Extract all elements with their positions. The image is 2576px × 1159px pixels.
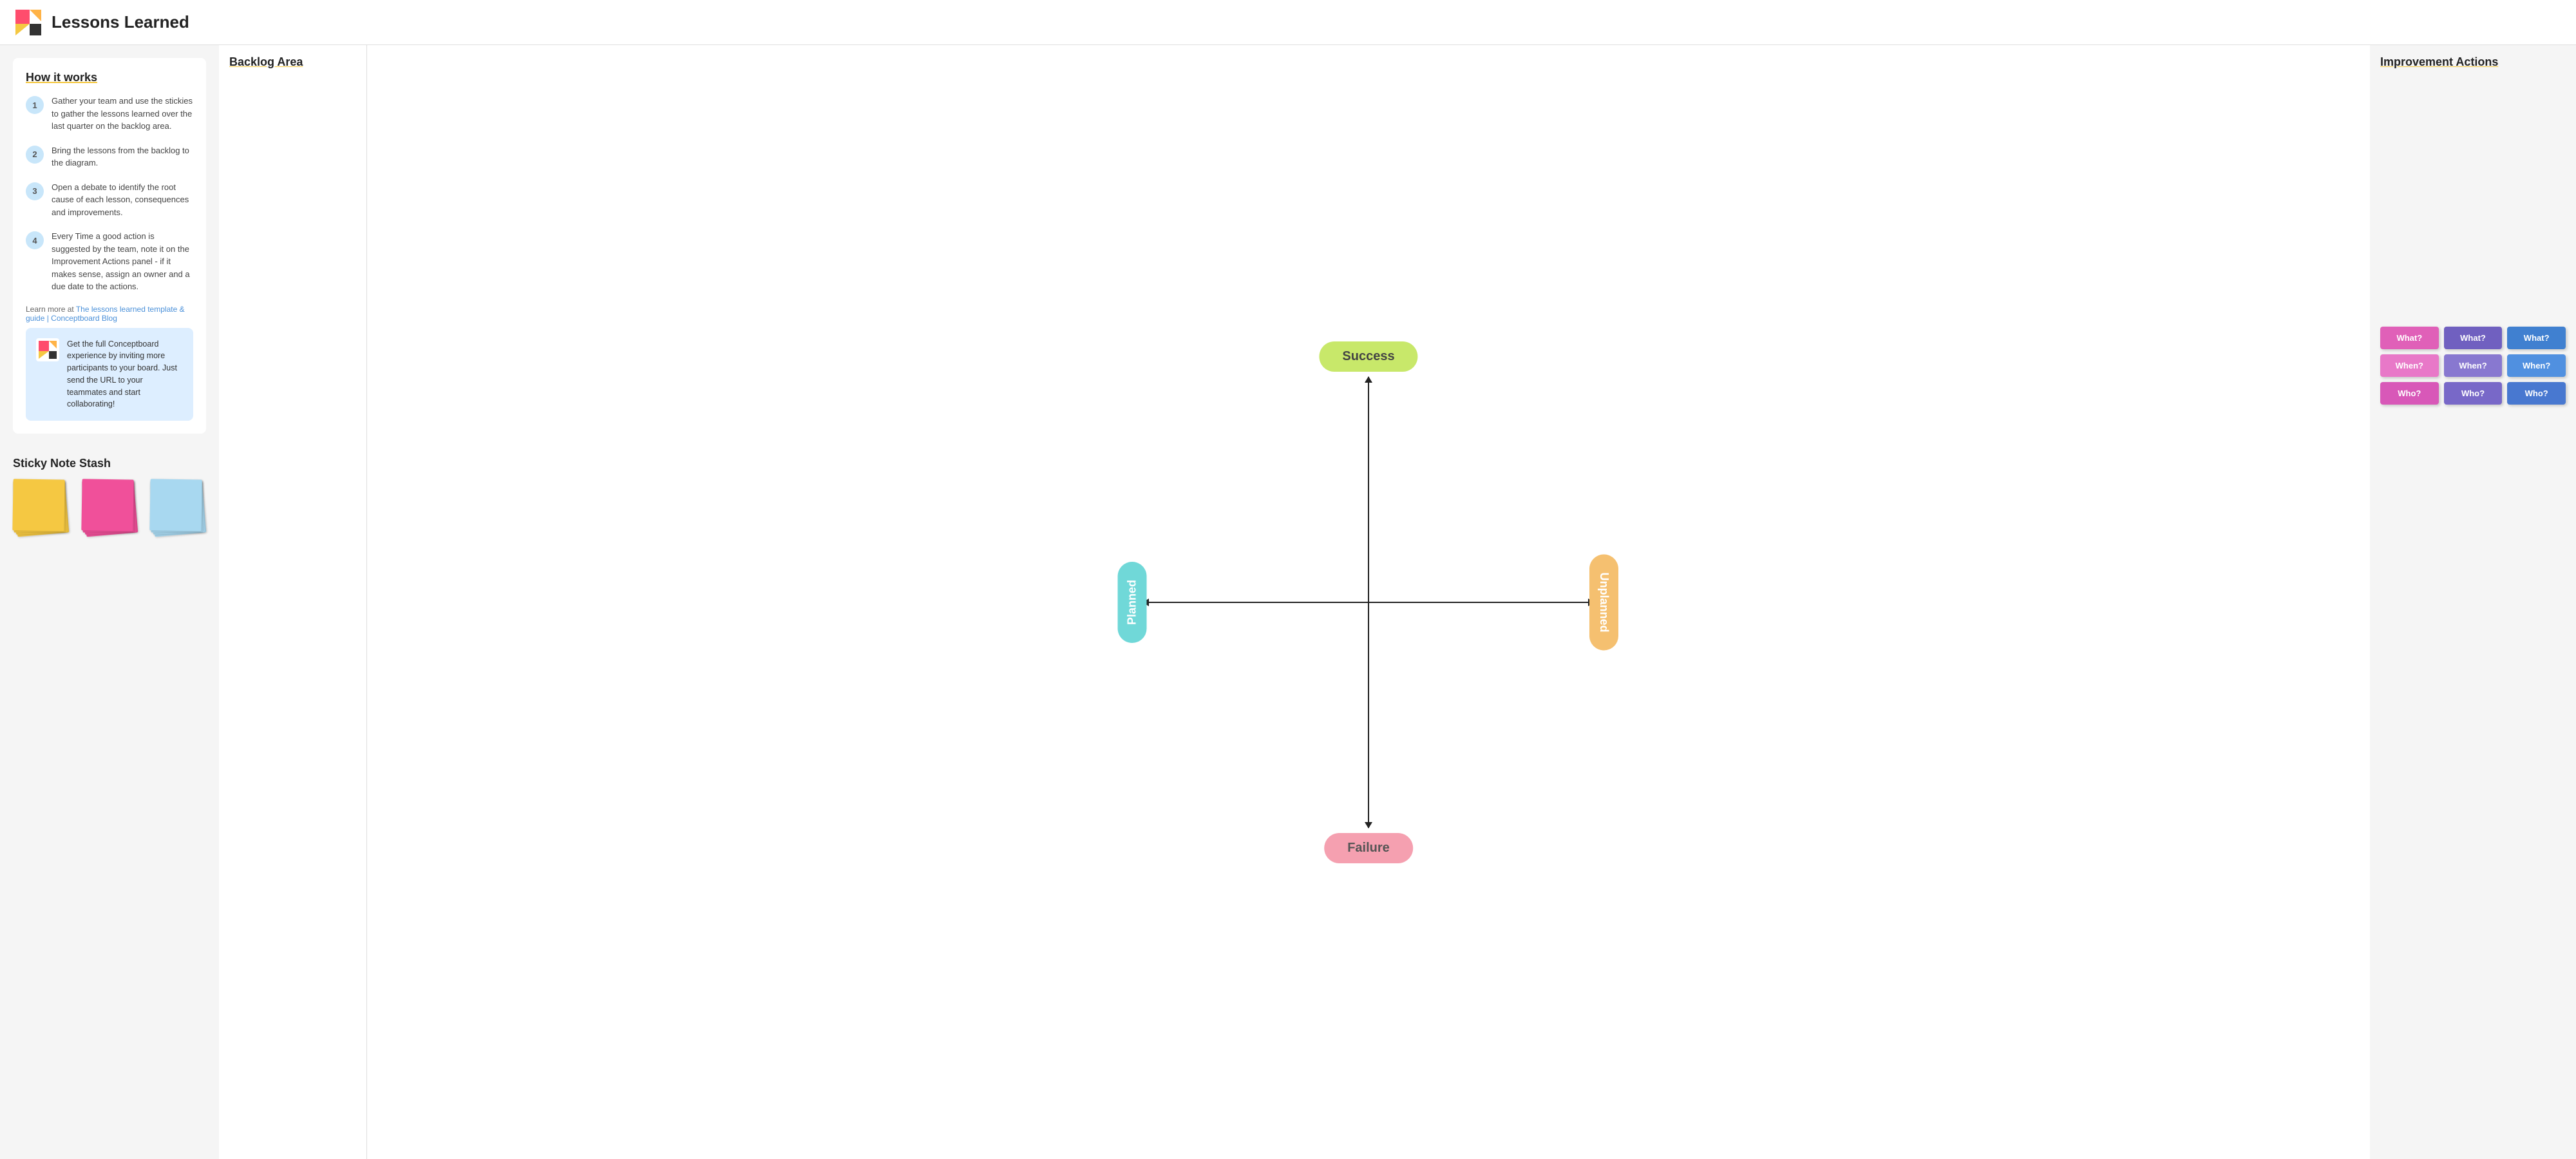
conceptboard-logo — [36, 338, 59, 361]
step-text-1: Gather your team and use the stickies to… — [52, 95, 193, 133]
right-panel: Improvement Actions What? What? What? Wh… — [2370, 45, 2576, 1159]
action-card-who-blue[interactable]: Who? — [2507, 382, 2566, 405]
action-card-what-purple[interactable]: What? — [2444, 327, 2503, 349]
yellow-sticky-stack[interactable] — [13, 479, 69, 536]
action-card-when-pink[interactable]: When? — [2380, 354, 2439, 377]
sticky-stacks — [13, 479, 206, 536]
action-grid: What? What? What? When? When? When? — [2380, 327, 2566, 405]
header: Lessons Learned — [0, 0, 2576, 45]
step-text-4: Every Time a good action is suggested by… — [52, 230, 193, 293]
action-cards-section: What? What? What? When? When? When? — [2380, 327, 2566, 405]
stash-title: Sticky Note Stash — [13, 457, 206, 470]
left-panel: How it works 1 Gather your team and use … — [0, 45, 219, 1159]
blue-note-1[interactable] — [150, 479, 202, 531]
page-title: Lessons Learned — [52, 12, 189, 32]
improvement-title: Improvement Actions — [2380, 55, 2566, 69]
step-3: 3 Open a debate to identify the root cau… — [26, 181, 193, 219]
pink-note-1[interactable] — [81, 479, 133, 531]
main-layout: How it works 1 Gather your team and use … — [0, 45, 2576, 1159]
action-card-when-blue[interactable]: When? — [2507, 354, 2566, 377]
learn-more: Learn more at The lessons learned templa… — [26, 305, 193, 323]
planned-label: Planned — [1118, 561, 1147, 642]
pink-sticky-stack[interactable] — [82, 479, 138, 536]
backlog-panel: Backlog Area — [219, 45, 367, 1159]
unplanned-label: Unplanned — [1589, 554, 1618, 650]
step-1: 1 Gather your team and use the stickies … — [26, 95, 193, 133]
success-label: Success — [1319, 341, 1417, 372]
invite-box: Get the full Conceptboard experience by … — [26, 328, 193, 421]
how-it-works-title: How it works — [26, 71, 193, 84]
step-number-3: 3 — [26, 182, 44, 200]
how-it-works-section: How it works 1 Gather your team and use … — [13, 58, 206, 434]
horizontal-axis — [1143, 602, 1594, 603]
sticky-stash-section: Sticky Note Stash — [13, 457, 206, 536]
step-text-2: Bring the lessons from the backlog to th… — [52, 144, 193, 169]
step-number-1: 1 — [26, 96, 44, 114]
axis-container: Success Failure Planned Unplanned — [1143, 377, 1594, 828]
step-4: 4 Every Time a good action is suggested … — [26, 230, 193, 293]
diagram-panel: Success Failure Planned Unplanned — [367, 45, 2370, 1159]
step-number-4: 4 — [26, 231, 44, 249]
action-card-who-pink[interactable]: Who? — [2380, 382, 2439, 405]
action-card-who-purple[interactable]: Who? — [2444, 382, 2503, 405]
yellow-note-1[interactable] — [12, 479, 64, 531]
step-text-3: Open a debate to identify the root cause… — [52, 181, 193, 219]
action-card-what-blue[interactable]: What? — [2507, 327, 2566, 349]
logo-icon — [13, 7, 44, 38]
backlog-title: Backlog Area — [229, 55, 356, 69]
invite-text: Get the full Conceptboard experience by … — [67, 338, 183, 411]
action-card-what-pink[interactable]: What? — [2380, 327, 2439, 349]
action-card-when-purple[interactable]: When? — [2444, 354, 2503, 377]
blue-sticky-stack[interactable] — [150, 479, 206, 536]
step-2: 2 Bring the lessons from the backlog to … — [26, 144, 193, 169]
failure-label: Failure — [1324, 833, 1413, 863]
step-number-2: 2 — [26, 146, 44, 164]
